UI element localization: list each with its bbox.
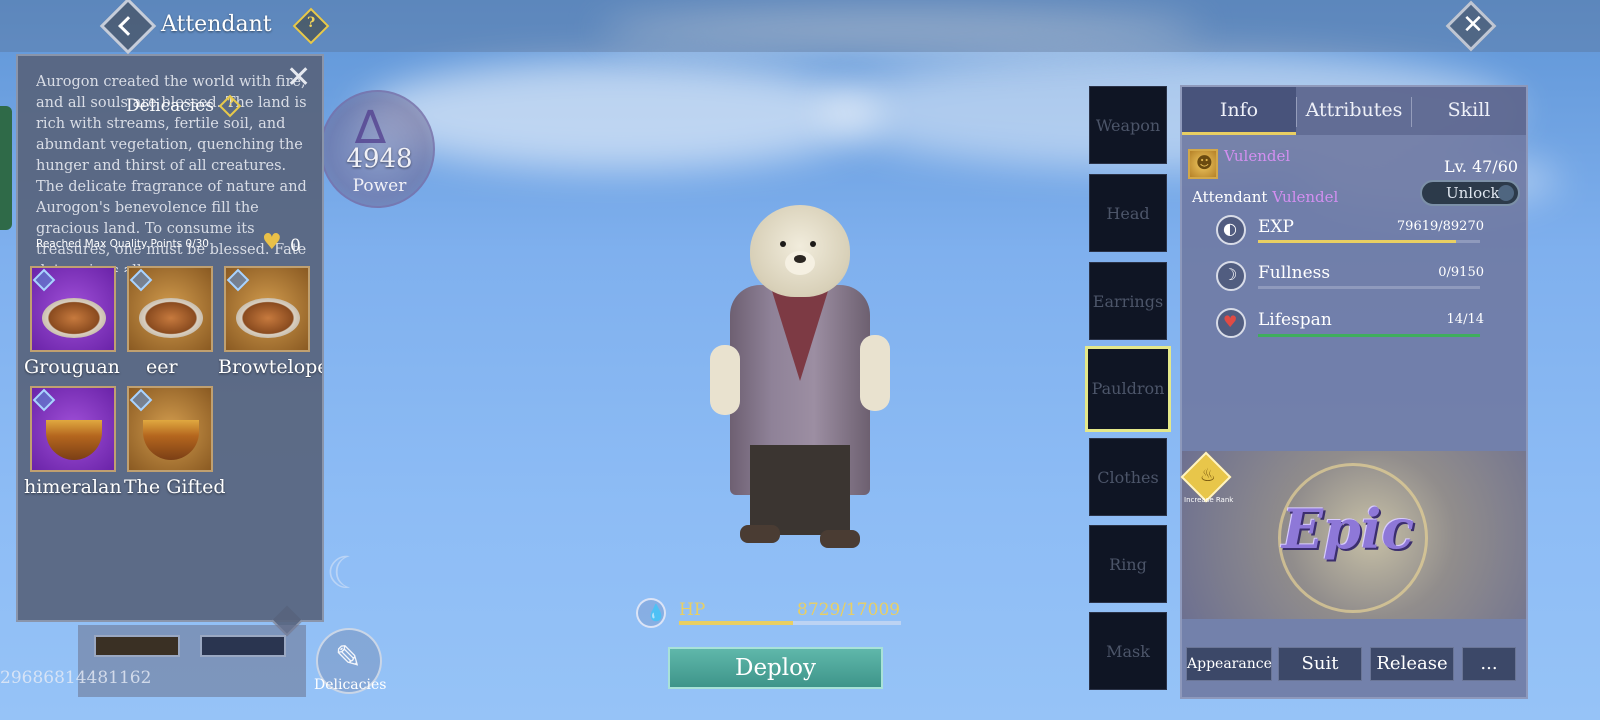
food-name: eer <box>146 356 178 378</box>
quality-badge-icon <box>226 268 250 292</box>
deploy-button[interactable]: Deploy <box>668 647 883 689</box>
tab-attributes[interactable]: Attributes <box>1297 87 1411 135</box>
pet-avatar: ☻ <box>1188 149 1218 179</box>
slot-weapon[interactable]: Weapon <box>1089 86 1167 164</box>
increase-rank-label: Increase Rank <box>1184 496 1234 504</box>
quality-badge-icon <box>32 268 56 292</box>
unlock-label: Unlock <box>1446 184 1500 202</box>
fullness-value: 0/9150 <box>1438 265 1484 280</box>
exp-label: EXP <box>1258 217 1294 237</box>
toggle-knob <box>1498 185 1514 201</box>
close-icon: ✕ <box>1462 10 1484 41</box>
hp-label: HP <box>679 600 706 620</box>
fullness-icon: ☽ <box>1216 261 1246 291</box>
feed-icon: ✎ <box>335 638 362 676</box>
quality-badge-icon <box>32 388 56 412</box>
power-emblem: ∆ 4948 Power <box>320 90 435 208</box>
delicacies-title: Delicacies <box>126 96 214 116</box>
hp-bar <box>679 621 901 625</box>
hp-value: 8729/17009 <box>797 600 901 620</box>
suit-button[interactable]: Suit <box>1278 647 1362 681</box>
slot-pauldron[interactable]: Pauldron <box>1085 346 1171 432</box>
hp-bar-fill <box>679 621 793 625</box>
slot-head[interactable]: Head <box>1089 174 1167 252</box>
food-item-browtelope[interactable] <box>224 266 310 352</box>
food-item-eer[interactable] <box>127 266 213 352</box>
food-item-the-gifted[interactable] <box>127 386 213 472</box>
info-panel: Info Attributes Skill ☻ Vulendel Lv. 47/… <box>1180 85 1528 699</box>
slot-earrings[interactable]: Earrings <box>1089 262 1167 340</box>
unlock-toggle[interactable]: Unlock <box>1420 180 1520 206</box>
heart-count: 0 <box>290 236 301 256</box>
page-title: Attendant <box>161 12 272 37</box>
lifespan-bar <box>1258 334 1480 337</box>
rank-display: ♨ Increase Rank Epic <box>1180 451 1526 619</box>
question-icon: ? <box>306 15 316 32</box>
slot-clothes[interactable]: Clothes <box>1089 438 1167 516</box>
side-tab[interactable] <box>0 106 12 230</box>
lifespan-icon: ♥ <box>1216 308 1246 338</box>
tab-skill[interactable]: Skill <box>1412 87 1526 135</box>
lifespan-bar-fill <box>1258 334 1480 337</box>
delicacies-panel: Aurogon created the world with fire, and… <box>16 54 324 622</box>
info-tabs: Info Attributes Skill <box>1182 87 1526 135</box>
food-name: Browtelope <box>218 356 322 378</box>
slot-ring[interactable]: Ring <box>1089 525 1167 603</box>
pet-name: Vulendel <box>1224 147 1291 165</box>
dish-image <box>143 420 199 460</box>
exp-bar <box>1258 240 1480 243</box>
user-id: 29686814481162 <box>0 668 152 688</box>
dish-image <box>46 420 102 460</box>
food-name: himeralan <box>24 476 122 498</box>
hp-icon: 💧 <box>636 598 666 628</box>
food-item-himeralan[interactable] <box>30 386 116 472</box>
back-arrow-icon <box>118 16 138 36</box>
pet-face-icon: ☻ <box>1196 153 1213 172</box>
quality-badge-icon <box>129 388 153 412</box>
increase-rank-button[interactable]: ♨ <box>1180 451 1232 503</box>
moon-icon: ☾ <box>326 548 366 599</box>
heart-icon: ♥ <box>262 230 282 255</box>
lifespan-value: 14/14 <box>1446 312 1484 327</box>
power-value: 4948 <box>346 144 413 174</box>
power-label: Power <box>352 176 407 196</box>
flame-icon: ♨ <box>1199 464 1216 486</box>
dish-image <box>42 298 106 338</box>
cloud <box>360 60 880 170</box>
exp-value: 79619/89270 <box>1396 219 1484 234</box>
tab-info[interactable]: Info <box>1182 87 1296 135</box>
pet-level: Lv. 47/60 <box>1444 157 1519 176</box>
release-button[interactable]: Release <box>1370 647 1454 681</box>
food-item-grouguan[interactable] <box>30 266 116 352</box>
delicacies-close-icon[interactable]: ✕ <box>286 60 311 95</box>
dish-image <box>236 298 300 338</box>
attendant-character <box>710 195 900 565</box>
quality-badge-icon <box>129 268 153 292</box>
more-button[interactable]: ... <box>1462 647 1516 681</box>
fullness-label: Fullness <box>1258 263 1331 283</box>
attendant-label: Attendant Vulendel <box>1192 188 1339 206</box>
delicacies-button-label: Delicacies <box>314 677 387 693</box>
lifespan-label: Lifespan <box>1258 310 1332 330</box>
fullness-bar <box>1258 286 1480 289</box>
attendant-name: Vulendel <box>1272 188 1339 206</box>
exp-bar-fill <box>1258 240 1456 243</box>
question-icon: ? <box>227 96 234 110</box>
rank-value: Epic <box>1282 497 1415 561</box>
slot-mask[interactable]: Mask <box>1089 612 1167 690</box>
attendant-thumb[interactable] <box>94 635 180 657</box>
attendant-thumb[interactable] <box>200 635 286 657</box>
food-name: Grouguan <box>24 356 120 378</box>
appearance-button[interactable]: Appearance <box>1186 647 1272 681</box>
dish-image <box>139 298 203 338</box>
quality-points-text: Reached Max Quality Points 0/30 <box>36 238 209 250</box>
exp-icon: ◐ <box>1216 215 1246 245</box>
food-name: The Gifted <box>124 476 226 498</box>
